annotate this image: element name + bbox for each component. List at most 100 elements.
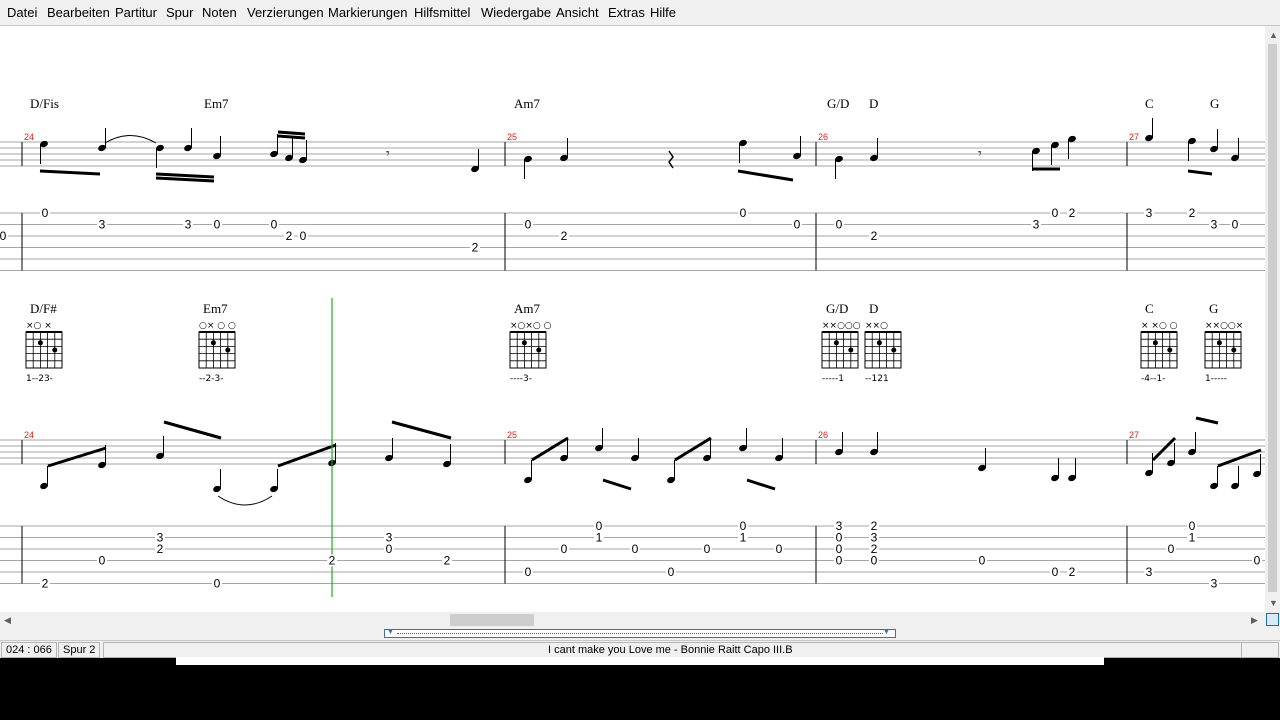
menu-ansicht[interactable]: Ansicht bbox=[556, 5, 599, 20]
chord-name: D bbox=[869, 96, 878, 111]
chord-finger-dot bbox=[833, 340, 839, 346]
chord-fingering: 1--23- bbox=[26, 374, 53, 384]
chord-name: C bbox=[1145, 301, 1154, 316]
tab-fret-number: 0 bbox=[1168, 542, 1175, 556]
horizontal-scrollbar[interactable]: ◀ ▶ bbox=[0, 612, 1265, 628]
chord-name: G bbox=[1209, 301, 1218, 316]
tab-fret-number: 2 bbox=[1189, 206, 1196, 220]
note-beam bbox=[163, 420, 222, 440]
menu-markierungen[interactable]: Markierungen bbox=[328, 5, 408, 20]
tab-fret-number: 2 bbox=[472, 241, 479, 255]
chord-name: D bbox=[869, 301, 878, 316]
note-beam bbox=[602, 478, 632, 491]
magnifier-icon[interactable] bbox=[1266, 613, 1279, 626]
chord-finger-dot bbox=[521, 340, 527, 346]
tab-fret-number: 0 bbox=[214, 577, 221, 591]
scroll-left-arrow-icon[interactable]: ◀ bbox=[4, 615, 11, 625]
bar-number: 26 bbox=[818, 430, 828, 440]
tab-fret-number: 0 bbox=[1052, 206, 1059, 220]
menu-verzierungen[interactable]: Verzierungen bbox=[247, 5, 324, 20]
tab-fret-number: 0 bbox=[271, 218, 278, 232]
scroll-down-arrow-icon[interactable]: ▼ bbox=[1269, 598, 1278, 608]
chord-name: D/Fis bbox=[30, 96, 59, 111]
overview-dots bbox=[397, 633, 883, 634]
vertical-scroll-thumb[interactable] bbox=[1268, 44, 1277, 592]
tab-fret-number: 2 bbox=[329, 554, 336, 568]
note-beam bbox=[277, 130, 306, 136]
chord-name: Em7 bbox=[204, 96, 229, 111]
chord-open-strings: × ×○ ○ bbox=[1141, 321, 1178, 331]
tab-fret-number: 0 bbox=[1052, 565, 1059, 579]
chord-name: Am7 bbox=[514, 301, 541, 316]
status-empty-cell bbox=[1241, 642, 1279, 658]
vertical-scrollbar[interactable]: ▲ ▼ bbox=[1265, 26, 1280, 612]
tab-fret-number: 0 bbox=[99, 554, 106, 568]
tab-fret-number: 3 bbox=[1033, 218, 1040, 232]
menu-hilfsmittel[interactable]: Hilfsmittel bbox=[414, 5, 470, 20]
note-beam bbox=[155, 176, 215, 183]
menu-datei[interactable]: Datei bbox=[7, 5, 37, 20]
note-beam bbox=[155, 172, 215, 179]
menu-partitur[interactable]: Partitur bbox=[115, 5, 157, 20]
tab-fret-number: 3 bbox=[99, 218, 106, 232]
chord-fingering: -----1 bbox=[822, 374, 844, 384]
tab-fret-number: 0 bbox=[836, 218, 843, 232]
note-beam bbox=[47, 446, 107, 468]
tab-fret-number: 2 bbox=[286, 229, 293, 243]
chord-name: G bbox=[1210, 96, 1219, 111]
tab-fret-number: 0 bbox=[1254, 554, 1261, 568]
bar-number: 24 bbox=[24, 132, 34, 142]
note-beam bbox=[391, 420, 452, 440]
tab-fret-number: 0 bbox=[632, 542, 639, 556]
score-canvas[interactable]: D/Fis Em7 Am7 G/D D C G 24 25 26 27 𝄾 𝄾 0 3 3 0 0 2 0 0 2 0 2 0 0… bbox=[0, 26, 1265, 612]
horizontal-scroll-thumb[interactable] bbox=[450, 614, 534, 626]
chord-finger-dot bbox=[536, 347, 542, 353]
overview-strip: ▼ ▼ bbox=[0, 628, 1280, 640]
tab-fret-number: 1 bbox=[740, 531, 747, 545]
chord-name: G/D bbox=[827, 96, 849, 111]
tab-fret-number: 0 bbox=[1232, 218, 1239, 232]
tab-fret-number: 0 bbox=[300, 229, 307, 243]
tab-fret-number: 0 bbox=[0, 229, 7, 243]
menu-extras[interactable]: Extras bbox=[608, 5, 645, 20]
scroll-up-arrow-icon[interactable]: ▲ bbox=[1269, 30, 1278, 40]
tab-fret-number: 3 bbox=[1146, 206, 1153, 220]
note-beam bbox=[39, 169, 101, 176]
menu-spur[interactable]: Spur bbox=[166, 5, 193, 20]
menu-hilfe[interactable]: Hilfe bbox=[650, 5, 676, 20]
range-right-marker-icon[interactable]: ▼ bbox=[883, 628, 890, 638]
tab-fret-number: 0 bbox=[740, 206, 747, 220]
chord-finger-dot bbox=[848, 347, 854, 353]
chord-name: Am7 bbox=[514, 96, 541, 111]
zoom-button[interactable] bbox=[1265, 612, 1280, 628]
tab-fret-number: 0 bbox=[776, 542, 783, 556]
chord-finger-dot bbox=[210, 340, 216, 346]
chord-fingering: -4--1- bbox=[1141, 374, 1165, 384]
chord-fingering: ----3- bbox=[510, 374, 532, 384]
chord-open-strings: ××○○× bbox=[1205, 321, 1243, 331]
chord-name: G/D bbox=[826, 301, 848, 316]
range-left-marker-icon[interactable]: ▼ bbox=[387, 628, 394, 638]
tab-fret-number: 0 bbox=[42, 206, 49, 220]
chord-open-strings: ××○○○ bbox=[822, 321, 861, 331]
tab-fret-number: 0 bbox=[871, 554, 878, 568]
status-bar: 024 : 066 Spur 2 I cant make you Love me… bbox=[0, 640, 1280, 658]
scroll-right-arrow-icon[interactable]: ▶ bbox=[1251, 615, 1258, 625]
chord-finger-dot bbox=[1167, 347, 1173, 353]
menu-wiedergabe[interactable]: Wiedergabe bbox=[481, 5, 551, 20]
tab-fret-number: 0 bbox=[836, 554, 843, 568]
tab-fret-number: 1 bbox=[596, 531, 603, 545]
chord-name: C bbox=[1145, 96, 1154, 111]
tab-fret-number: 2 bbox=[42, 577, 49, 591]
tab-fret-number: 0 bbox=[525, 565, 532, 579]
tab-fret-number: 3 bbox=[1211, 577, 1218, 591]
chord-open-strings: ×○×○ ○ bbox=[510, 321, 552, 331]
menu-noten[interactable]: Noten bbox=[202, 5, 237, 20]
tab-fret-number: 2 bbox=[1069, 565, 1076, 579]
menu-bearbeiten[interactable]: Bearbeiten bbox=[47, 5, 110, 20]
overview-range[interactable]: ▼ ▼ bbox=[384, 629, 896, 638]
chord-fingering: --121 bbox=[865, 374, 889, 384]
score-svg[interactable]: D/Fis Em7 Am7 G/D D C G24 25 26 27𝄾 𝄾03 3 0 02 0020200… bbox=[0, 26, 1265, 612]
position-readout: 024 : 066 bbox=[1, 642, 57, 658]
tab-fret-number: 0 bbox=[561, 542, 568, 556]
